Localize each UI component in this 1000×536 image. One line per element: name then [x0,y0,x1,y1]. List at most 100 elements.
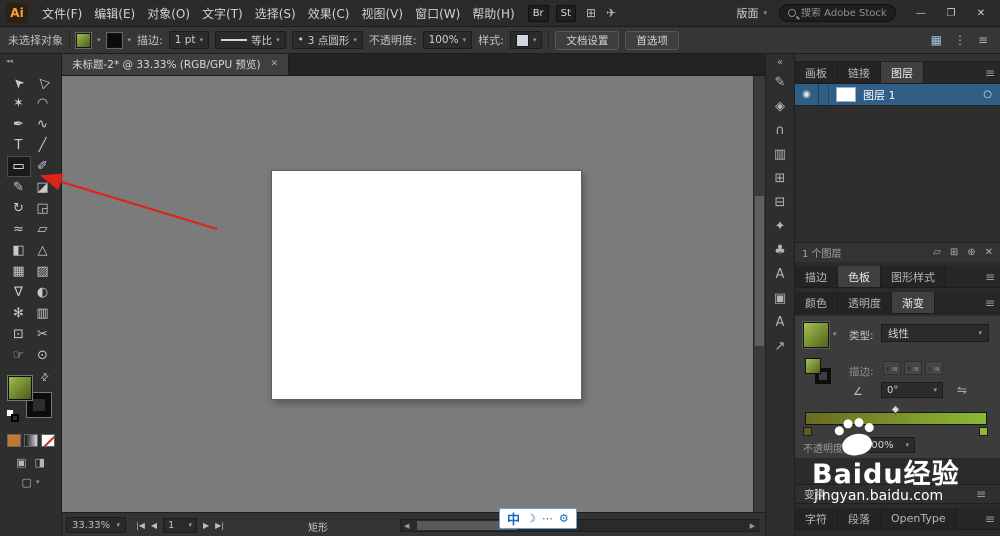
delete-layer-icon[interactable]: ✕ [985,247,993,258]
tab-graphic-styles[interactable]: 图形样式 [881,266,946,287]
gradient-mode-button[interactable] [23,434,38,447]
pencil-tool[interactable]: ✎ [7,177,31,198]
clipping-mask-icon[interactable]: ▱ [933,247,941,258]
document-tab[interactable]: 未标题-2* @ 33.33% (RGB/GPU 预览) ✕ [62,53,290,75]
layer-name[interactable]: 图层 1 [863,87,983,103]
opacity-select[interactable]: 100% ▾ [422,31,473,49]
club-symbol-icon[interactable]: ♣ [766,238,794,262]
sparkle-icon[interactable]: ✦ [766,214,794,238]
panel-menu-icon[interactable]: ≡ [971,487,991,501]
vertical-scroll-thumb[interactable] [755,196,764,346]
brush-select[interactable]: • 3 点圆形 ▾ [291,31,363,49]
panel-menu-icon[interactable]: ≡ [980,62,1000,83]
artboard-number-select[interactable]: 1 ▾ [163,518,198,533]
toolbar-collapse-icon[interactable]: ◂◂ [0,54,61,68]
rectangle-tool[interactable]: ▭ [6,156,31,177]
chevron-down-icon[interactable]: ▾ [128,36,132,44]
menu-item[interactable]: 文件(F) [36,0,88,26]
paintbrush-tool[interactable]: ✐ [31,156,55,177]
pen-tool[interactable]: ✒ [7,114,31,135]
stroke-across-button[interactable] [925,361,943,375]
hand-tool[interactable]: ☞ [7,345,31,366]
menu-item[interactable]: 对象(O) [141,0,196,26]
pencil-icon[interactable]: ✎ [766,70,794,94]
eraser-tool[interactable]: ◪ [31,177,55,198]
magnet-icon[interactable]: ∩ [766,118,794,142]
stroke-color-swatch[interactable] [106,32,122,48]
tab-character[interactable]: 字符 [795,508,838,529]
menu-item[interactable]: 视图(V) [355,0,409,26]
draw-normal-icon[interactable]: ▣ [16,456,26,469]
maximize-button[interactable]: ❐ [938,3,964,23]
compass-icon[interactable]: ◈ [766,94,794,118]
chevron-down-icon[interactable]: ▾ [833,331,837,338]
ime-language-indicator[interactable]: 中 [507,509,520,528]
layer-target-icon[interactable]: ○ [983,89,992,100]
width-profile-select[interactable]: 等比 ▾ [215,31,286,49]
close-button[interactable]: ✕ [968,3,994,23]
fill-swatch[interactable] [7,376,32,400]
panel-menu-icon[interactable]: ≡ [980,266,1000,287]
tab-links[interactable]: 链接 [838,62,881,83]
tab-color[interactable]: 颜色 [795,292,838,313]
mesh-tool[interactable]: ▦ [7,261,31,282]
tab-swatches[interactable]: 色板 [838,266,881,287]
layer-row[interactable]: ◉ 图层 1 ○ [795,84,1000,106]
next-artboard-button[interactable]: ▶ [203,521,209,530]
artboard-tool[interactable]: ⊡ [7,324,31,345]
document-setup-button[interactable]: 文档设置 [555,30,620,50]
bridge-button[interactable]: Br [527,4,549,22]
transform-panel-header[interactable]: 变换 ≡ [795,484,1000,504]
share-icon[interactable]: ✈ [606,6,616,20]
mini-fill-swatch[interactable] [805,358,821,374]
tab-artboards[interactable]: 画板 [795,62,838,83]
gradient-angle-select[interactable]: 0° ▾ [881,382,943,398]
eyedropper-tool[interactable]: ∇ [7,282,31,303]
last-artboard-button[interactable]: ▶| [215,521,224,530]
screen-mode-icon[interactable]: ▢ [22,476,32,489]
draw-behind-icon[interactable]: ◨ [35,456,45,469]
artboard[interactable] [271,170,582,400]
gradient-thumbnail[interactable] [803,322,829,348]
export-arrow-icon[interactable]: ↗ [766,334,794,358]
menu-item[interactable]: 效果(C) [302,0,356,26]
width-tool[interactable]: ≈ [7,219,31,240]
tab-transparency[interactable]: 透明度 [838,292,892,313]
menu-item[interactable]: 编辑(E) [88,0,141,26]
perspective-grid-tool[interactable]: △ [31,240,55,261]
menu-item[interactable]: 文字(T) [196,0,249,26]
reverse-gradient-icon[interactable]: ⇋ [957,383,967,397]
menu-item[interactable]: 帮助(H) [466,0,520,26]
character-icon[interactable]: A [766,310,794,334]
menu-item[interactable]: 选择(S) [249,0,302,26]
control-menu-icon[interactable]: ≡ [978,33,988,47]
close-tab-icon[interactable]: ✕ [271,59,279,69]
first-artboard-button[interactable]: |◀ [136,521,145,530]
gradient-tool[interactable]: ▨ [31,261,55,282]
tab-stroke[interactable]: 描边 [795,266,838,287]
horizontal-scrollbar[interactable]: ◀ ▶ [400,519,759,532]
preferences-button[interactable]: 首选项 [625,30,679,50]
symbol-sprayer-tool[interactable]: ✻ [7,303,31,324]
workspace-grid-icon[interactable]: ▦ [931,33,942,47]
tab-opentype[interactable]: OpenType [881,508,957,529]
fill-color-swatch[interactable] [76,32,91,48]
line-segment-tool[interactable]: ╱ [31,135,55,156]
moon-icon[interactable]: ☽ [526,512,536,525]
ime-dots-icon[interactable]: ⋯ [542,512,553,525]
panel-menu-icon[interactable]: ≡ [980,508,1000,529]
stroke-within-button[interactable] [883,361,901,375]
gradient-stop-right[interactable] [979,427,988,436]
gradient-type-select[interactable]: 线性 ▾ [881,324,989,342]
minimize-button[interactable]: — [908,3,934,23]
libraries-icon[interactable]: ⊟ [766,190,794,214]
gradient-opacity-select[interactable]: 100% ▾ [859,437,915,453]
free-transform-tool[interactable]: ▱ [31,219,55,240]
type-tool[interactable]: T [7,135,31,156]
blend-tool[interactable]: ◐ [31,282,55,303]
stock-search[interactable] [779,4,896,22]
expand-panels-icon[interactable]: « [766,54,794,70]
stroke-along-button[interactable] [904,361,922,375]
dock-columns-icon[interactable]: ⋮ [954,33,966,47]
bar-chart-icon[interactable]: ▥ [766,142,794,166]
